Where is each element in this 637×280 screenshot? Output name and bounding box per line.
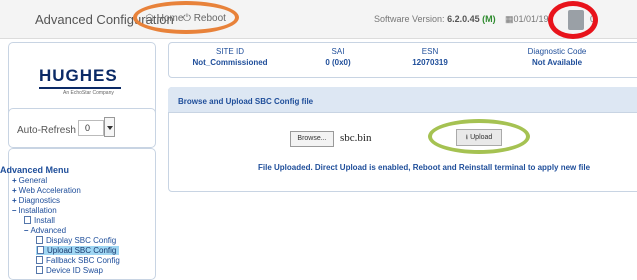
expand-icon: + bbox=[12, 186, 17, 195]
logo-underline bbox=[39, 87, 121, 89]
annotation-ring-green bbox=[428, 119, 530, 154]
software-version-value: 6.2.0.45 bbox=[447, 14, 480, 24]
document-icon bbox=[36, 236, 43, 244]
document-icon bbox=[36, 256, 43, 264]
software-version: Software Version: 6.2.0.45 (M) bbox=[374, 14, 496, 24]
menu-item-device-id-swap[interactable]: Device ID Swap bbox=[36, 266, 103, 275]
site-id-label: SITE ID bbox=[215, 47, 244, 56]
software-version-suffix: (M) bbox=[482, 14, 496, 24]
menu-item-display-sbc-config[interactable]: Display SBC Config bbox=[36, 236, 116, 245]
menu-item-install[interactable]: Install bbox=[24, 216, 55, 225]
date-display: ▦01/01/197 bbox=[505, 14, 554, 24]
sai-value: 0 (0x0) bbox=[325, 58, 351, 67]
menu-item-advanced[interactable]: – Advanced bbox=[24, 226, 66, 235]
annotation-ring-orange bbox=[133, 1, 239, 34]
chevron-down-icon[interactable] bbox=[104, 117, 115, 137]
upload-panel-title: Browse and Upload SBC Config file bbox=[178, 97, 314, 106]
calendar-icon: ▦ bbox=[505, 14, 514, 24]
collapse-icon: – bbox=[12, 206, 17, 215]
menu-title: Advanced Menu bbox=[0, 165, 70, 175]
menu-item-general[interactable]: + General bbox=[12, 176, 47, 185]
esn-label: ESN bbox=[421, 47, 439, 56]
esn-value: 12070319 bbox=[412, 58, 448, 67]
auto-refresh-label: Auto-Refresh bbox=[17, 125, 76, 136]
browse-button[interactable]: Browse... bbox=[290, 131, 334, 147]
selected-file-name: sbc.bin bbox=[340, 132, 372, 144]
annotation-ring-red bbox=[548, 1, 598, 39]
diagnostic-code-value: Not Available bbox=[531, 58, 583, 67]
auto-refresh-select[interactable]: 0 bbox=[78, 120, 104, 136]
hughes-logo: HUGHES bbox=[39, 66, 118, 85]
diagnostic-code-label: Diagnostic Code bbox=[527, 47, 587, 56]
document-icon bbox=[24, 216, 31, 224]
document-icon bbox=[37, 246, 44, 254]
menu-item-installation[interactable]: – Installation bbox=[12, 206, 57, 215]
menu-item-web-acceleration[interactable]: + Web Acceleration bbox=[12, 186, 81, 195]
menu-item-fallback-sbc-config[interactable]: Fallback SBC Config bbox=[36, 256, 120, 265]
menu-item-upload-sbc-config[interactable]: Upload SBC Config bbox=[36, 246, 120, 255]
sai-label: SAI bbox=[331, 47, 345, 56]
logo-subtitle: An EchoStar Company bbox=[63, 90, 114, 96]
expand-icon: + bbox=[12, 176, 17, 185]
menu-item-diagnostics[interactable]: + Diagnostics bbox=[12, 196, 60, 205]
site-id-value: Not_Commissioned bbox=[192, 58, 268, 67]
upload-status-message: File Uploaded. Direct Upload is enabled,… bbox=[258, 163, 591, 172]
expand-icon: + bbox=[12, 196, 17, 205]
collapse-icon: – bbox=[24, 226, 29, 235]
